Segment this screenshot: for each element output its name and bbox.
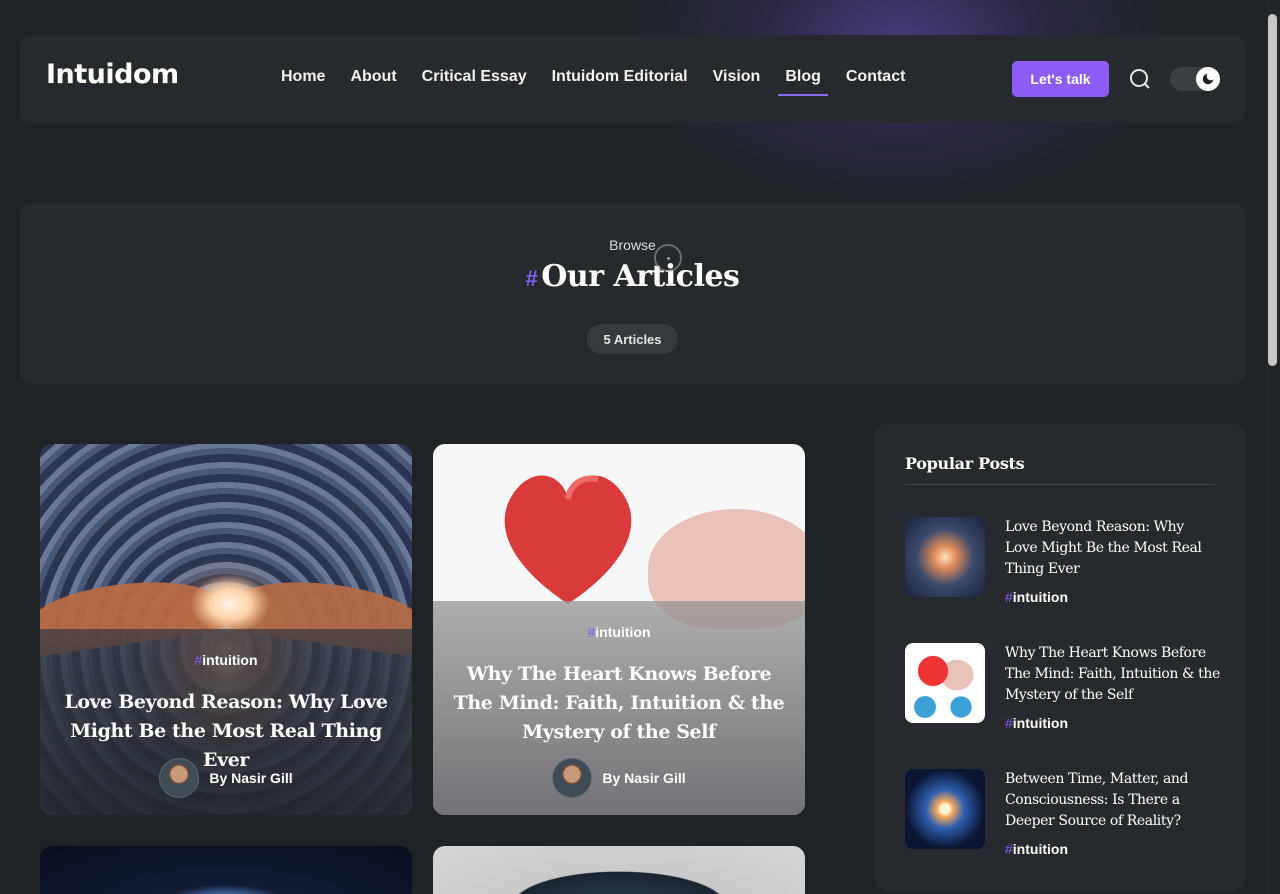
nav-contact[interactable]: Contact (846, 68, 906, 96)
main-nav: Home About Critical Essay Intuidom Edito… (281, 68, 930, 96)
article-card[interactable]: #intuition Love Beyond Reason: Why Love … (40, 444, 412, 815)
nav-about[interactable]: About (350, 68, 396, 96)
tag-hash: # (1005, 715, 1013, 731)
popular-post-item[interactable]: Why The Heart Knows Before The Mind: Fai… (905, 643, 1220, 733)
scrollbar-thumb[interactable] (1268, 14, 1277, 366)
hash-symbol: # (525, 266, 538, 291)
post-tag[interactable]: #intuition (1005, 589, 1068, 605)
article-card-partial[interactable] (433, 846, 805, 894)
article-card[interactable]: #intuition Why The Heart Knows Before Th… (433, 444, 805, 815)
article-title[interactable]: Why The Heart Knows Before The Mind: Fai… (451, 660, 787, 747)
post-title[interactable]: Why The Heart Knows Before The Mind: Fai… (1005, 643, 1220, 706)
search-icon[interactable] (1128, 67, 1152, 91)
article-card-partial[interactable] (40, 846, 412, 894)
tag-label: intuition (202, 652, 258, 668)
nav-blog[interactable]: Blog (778, 68, 828, 96)
nav-critical-essay[interactable]: Critical Essay (422, 68, 527, 96)
popular-posts-widget: Popular Posts Love Beyond Reason: Why Lo… (875, 424, 1245, 891)
popular-post-item[interactable]: Between Time, Matter, and Consciousness:… (905, 769, 1215, 859)
post-thumbnail[interactable] (905, 517, 985, 597)
post-tag[interactable]: #intuition (1005, 715, 1068, 731)
post-thumbnail[interactable] (905, 769, 985, 849)
article-tag[interactable]: #intuition (433, 624, 805, 640)
author-avatar (552, 758, 593, 798)
author-avatar (159, 758, 200, 798)
article-tag[interactable]: #intuition (40, 652, 412, 668)
author-name: By Nasir Gill (209, 770, 293, 786)
tag-hash: # (1005, 841, 1013, 857)
page-title-text: Our Articles (541, 259, 740, 294)
nav-vision[interactable]: Vision (713, 68, 761, 96)
tag-hash: # (1005, 589, 1013, 605)
tag-label: intuition (1012, 589, 1068, 605)
divider (905, 484, 1215, 485)
article-author: By Nasir Gill (433, 758, 805, 798)
site-logo[interactable]: Intuidom (46, 59, 179, 90)
tag-label: intuition (1012, 715, 1068, 731)
article-count-badge: 5 Articles (587, 324, 678, 354)
scrollbar[interactable] (1265, 0, 1280, 894)
post-title[interactable]: Between Time, Matter, and Consciousness:… (1005, 769, 1220, 832)
page-title: # Our Articles (20, 259, 1245, 294)
card-image-detail (190, 574, 270, 634)
post-title[interactable]: Love Beyond Reason: Why Love Might Be th… (1005, 517, 1220, 580)
nav-home[interactable]: Home (281, 68, 325, 96)
hero-eyebrow: Browse (609, 237, 656, 253)
post-tag[interactable]: #intuition (1005, 841, 1068, 857)
popular-post-item[interactable]: Love Beyond Reason: Why Love Might Be th… (905, 517, 1215, 607)
cursor-indicator (654, 244, 682, 272)
navbar: Intuidom Home About Critical Essay Intui… (20, 35, 1245, 123)
tag-label: intuition (1012, 841, 1068, 857)
widget-title: Popular Posts (905, 454, 1025, 473)
tag-label: intuition (595, 624, 651, 640)
page-hero: Browse # Our Articles 5 Articles (20, 203, 1245, 384)
article-author: By Nasir Gill (40, 758, 412, 798)
theme-toggle[interactable] (1170, 67, 1220, 91)
author-name: By Nasir Gill (602, 770, 686, 786)
heart-illustration (504, 475, 632, 604)
moon-icon (1196, 67, 1220, 91)
lets-talk-button[interactable]: Let's talk (1012, 61, 1109, 97)
post-thumbnail[interactable] (905, 643, 985, 723)
nav-intuidom-editorial[interactable]: Intuidom Editorial (552, 68, 688, 96)
